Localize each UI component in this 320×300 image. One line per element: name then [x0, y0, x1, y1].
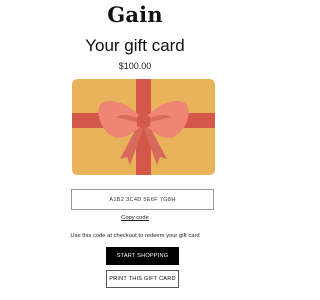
print-gift-card-button[interactable]: PRINT THIS GIFT CARD	[106, 270, 179, 288]
page-title: Your gift card	[85, 36, 185, 55]
gift-card-image	[72, 79, 215, 175]
copy-code-link-row: Copy code	[0, 215, 270, 221]
gift-bow-icon	[72, 79, 215, 175]
gift-card-page: Gain Your gift card $100.00 A1B2 3C4D 5E…	[0, 0, 270, 300]
gift-card-code[interactable]: A1B2 3C4D 5E6F 7G8H	[71, 189, 214, 210]
gift-card-amount: $100.00	[118, 61, 152, 71]
copy-code-link[interactable]: Copy code	[121, 215, 149, 221]
brand-logo[interactable]: Gain	[0, 2, 270, 27]
start-shopping-button[interactable]: START SHOPPING	[106, 247, 179, 265]
redeem-helper-text: Use this code at checkout to redeem your…	[70, 233, 200, 239]
